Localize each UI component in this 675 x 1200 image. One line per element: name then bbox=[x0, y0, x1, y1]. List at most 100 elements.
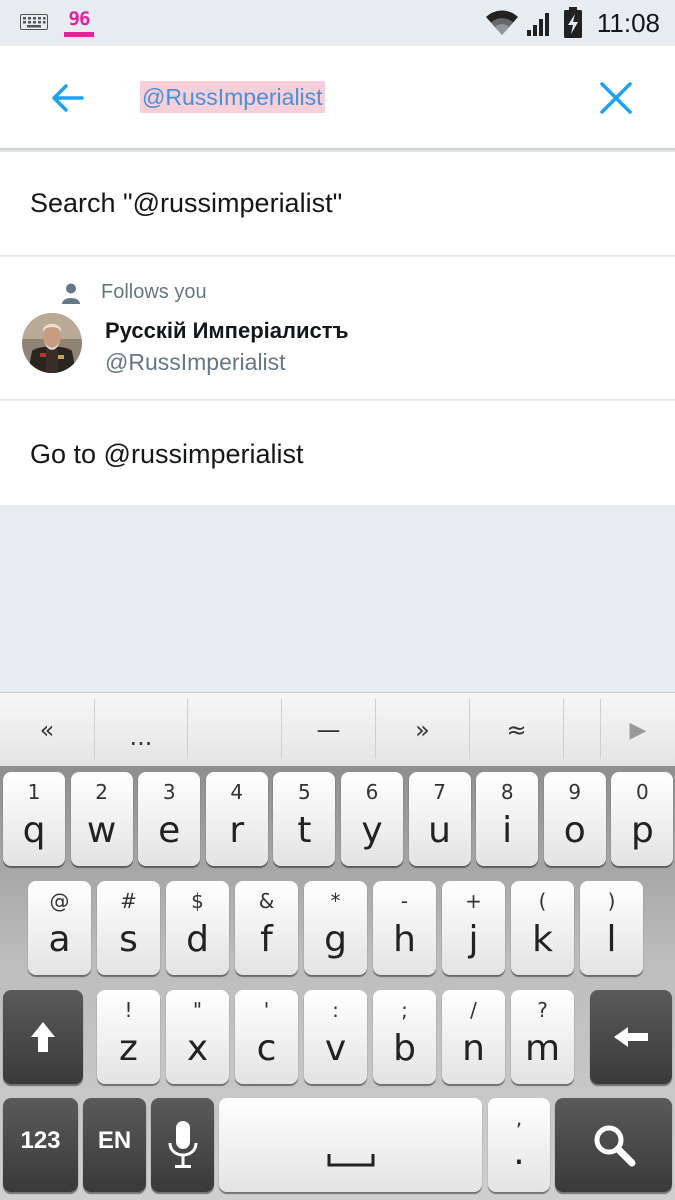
punctuation-key-hint: , bbox=[515, 1106, 523, 1130]
suggestion-empty[interactable] bbox=[188, 693, 281, 767]
back-button[interactable] bbox=[46, 76, 90, 120]
key-label: y bbox=[361, 810, 383, 851]
numbers-key[interactable]: 123 bbox=[3, 1098, 78, 1192]
key-l[interactable]: ) l bbox=[580, 881, 643, 975]
search-suggestion-row[interactable]: Search "@russimperialist" bbox=[0, 152, 675, 256]
search-icon bbox=[594, 1125, 635, 1167]
key-x[interactable]: " x bbox=[166, 990, 229, 1084]
key-label: b bbox=[393, 1028, 416, 1069]
key-label: x bbox=[186, 1028, 209, 1069]
key-i[interactable]: 8i bbox=[476, 772, 539, 866]
suggestion-ellipsis[interactable]: ... bbox=[95, 693, 187, 767]
key-hint: : bbox=[332, 998, 339, 1022]
key-c[interactable]: ' c bbox=[235, 990, 298, 1084]
key-k[interactable]: (k bbox=[511, 881, 574, 975]
key-hint: ) bbox=[607, 889, 616, 913]
microphone-icon bbox=[168, 1121, 197, 1168]
key-hint: @ bbox=[49, 889, 70, 913]
notification-badge: 96 bbox=[68, 8, 91, 30]
key-label: e bbox=[158, 810, 181, 851]
follows-you-label: Follows you bbox=[101, 281, 207, 303]
punctuation-key-label: . bbox=[513, 1132, 525, 1173]
key-hint: 9 bbox=[568, 780, 582, 804]
key-o[interactable]: 9o bbox=[543, 772, 606, 866]
key-h[interactable]: -h bbox=[373, 881, 436, 975]
key-f[interactable]: & f bbox=[235, 881, 298, 975]
backspace-arrow-icon bbox=[614, 1027, 648, 1047]
key-e[interactable]: 3e bbox=[138, 772, 201, 866]
keyboard: 1q2w3e4r5t6y7u8i9o0p @ a # s $ d & f * g - h + j(k) l … bbox=[0, 766, 675, 1200]
key-hint: 7 bbox=[433, 780, 446, 804]
search-key[interactable] bbox=[555, 1098, 672, 1192]
key-label: r bbox=[229, 810, 245, 851]
key-label: u bbox=[428, 810, 451, 851]
space-bar-icon bbox=[327, 1154, 374, 1167]
key-label: g bbox=[324, 919, 347, 960]
key-a[interactable]: @ a bbox=[28, 881, 91, 975]
key-hint: 4 bbox=[230, 780, 244, 804]
language-key[interactable]: EN bbox=[83, 1098, 146, 1192]
key-label: w bbox=[86, 810, 117, 851]
key-y[interactable]: 6y bbox=[341, 772, 403, 866]
space-key[interactable] bbox=[219, 1098, 482, 1192]
suggestion-more-arrow-icon[interactable]: ▶ bbox=[601, 693, 675, 767]
key-label: s bbox=[119, 919, 138, 960]
go-to-profile-label: Go to @russimperialist bbox=[30, 439, 304, 469]
key-label: t bbox=[297, 810, 312, 851]
key-hint: ' bbox=[263, 998, 270, 1022]
suggestion-approx[interactable]: ≈ bbox=[470, 693, 563, 767]
key-hint: / bbox=[470, 998, 477, 1022]
key-hint: $ bbox=[191, 889, 204, 913]
suggestion-em-dash[interactable]: — bbox=[282, 693, 375, 767]
search-suggestion-label: Search "@russimperialist" bbox=[30, 188, 343, 218]
key-n[interactable]: / n bbox=[442, 990, 505, 1084]
key-u[interactable]: 7u bbox=[408, 772, 471, 866]
wifi-icon bbox=[486, 10, 518, 35]
key-label: i bbox=[502, 810, 513, 851]
key-label: n bbox=[462, 1028, 485, 1069]
suggestion-left-guillemet[interactable]: « bbox=[0, 693, 94, 767]
search-input[interactable]: @RussImperialist bbox=[140, 81, 540, 115]
keyboard-icon bbox=[20, 14, 48, 30]
key-q[interactable]: 1q bbox=[3, 772, 65, 866]
key-m[interactable]: ? m bbox=[511, 990, 574, 1084]
key-z[interactable]: ! z bbox=[97, 990, 160, 1084]
shift-key[interactable] bbox=[3, 990, 83, 1084]
key-hint: 3 bbox=[162, 780, 176, 804]
numbers-key-label: 123 bbox=[20, 1127, 61, 1154]
key-w[interactable]: 2w bbox=[70, 772, 133, 866]
key-hint: + bbox=[465, 889, 482, 913]
person-icon bbox=[62, 283, 80, 304]
key-hint: # bbox=[120, 889, 137, 913]
key-j[interactable]: + j bbox=[442, 881, 505, 975]
key-hint: ; bbox=[401, 998, 408, 1022]
key-v[interactable]: :v bbox=[304, 990, 367, 1084]
key-hint: " bbox=[192, 998, 203, 1022]
key-d[interactable]: $ d bbox=[166, 881, 229, 975]
key-label: v bbox=[324, 1028, 347, 1069]
key-label: h bbox=[393, 919, 416, 960]
user-result-row[interactable]: Follows you Русскій Имперіалистъ @RussIm… bbox=[0, 257, 675, 400]
voice-input-key[interactable] bbox=[151, 1098, 214, 1192]
badge-96-icon: 96 bbox=[64, 8, 94, 38]
key-t[interactable]: 5t bbox=[273, 772, 336, 866]
avatar bbox=[22, 313, 82, 373]
key-g[interactable]: * g bbox=[304, 881, 367, 975]
key-hint: ? bbox=[537, 998, 548, 1022]
key-hint: - bbox=[400, 889, 409, 913]
key-b[interactable]: ; b bbox=[373, 990, 436, 1084]
key-label: f bbox=[260, 919, 273, 960]
suggestion-right-guillemet[interactable]: » bbox=[376, 693, 469, 767]
key-label: m bbox=[524, 1028, 561, 1069]
key-p[interactable]: 0p bbox=[611, 772, 674, 866]
key-label: a bbox=[48, 919, 71, 960]
user-display-name: Русскій Имперіалистъ bbox=[105, 318, 349, 343]
key-s[interactable]: # s bbox=[97, 881, 160, 975]
go-to-profile-row[interactable]: Go to @russimperialist bbox=[0, 401, 675, 505]
key-label: o bbox=[563, 810, 586, 851]
clear-button[interactable] bbox=[594, 76, 638, 120]
backspace-key[interactable] bbox=[590, 990, 672, 1084]
key-r[interactable]: 4r bbox=[205, 772, 268, 866]
punctuation-key[interactable]: , . bbox=[488, 1098, 550, 1192]
arrow-left-icon bbox=[52, 84, 84, 112]
